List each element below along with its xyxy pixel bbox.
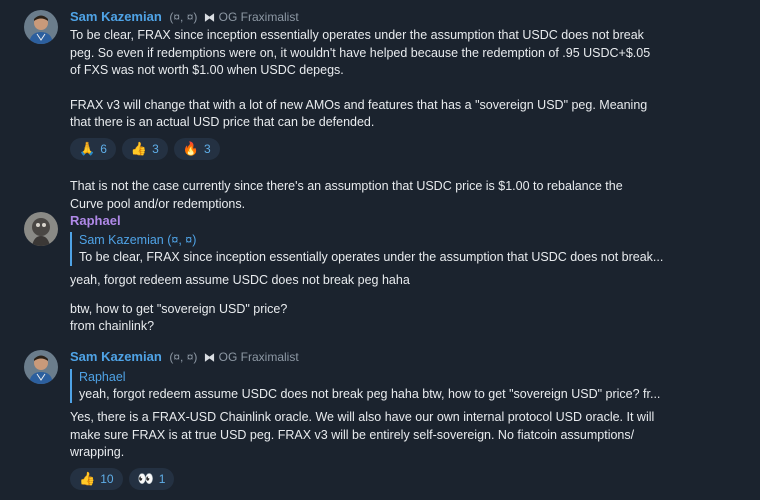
- message-text: make sure FRAX is at true USD peg. FRAX …: [70, 427, 635, 442]
- reaction-eyes[interactable]: 👀 1: [128, 467, 175, 490]
- pray-icon: 🙏: [79, 140, 96, 156]
- reply-text: yeah, forgot redeem assume USDC does not…: [79, 387, 661, 401]
- message-text: that there is an actual USD price that c…: [70, 115, 375, 130]
- author-role: OG Fraximalist: [218, 350, 299, 364]
- author-line: Sam Kazemian (¤, ¤) ⧓ OG Fraximalist: [70, 348, 740, 367]
- reaction-count: 3: [152, 141, 159, 156]
- message-text: wrapping.: [70, 445, 125, 460]
- author-role: OG Fraximalist: [218, 10, 299, 24]
- author-name[interactable]: Sam Kazemian: [70, 349, 162, 364]
- reaction-thumbs-up[interactable]: 👍 3: [121, 137, 168, 160]
- author-line: Raphael: [70, 212, 740, 230]
- avatar-sam[interactable]: [24, 10, 58, 44]
- author-name[interactable]: Sam Kazemian: [70, 9, 162, 24]
- avatar-sam-image: [24, 10, 58, 44]
- link-icon: ⧓: [204, 12, 216, 24]
- message-text: FRAX v3 will change that with a lot of n…: [70, 97, 648, 112]
- reply-author: Raphael: [79, 370, 126, 384]
- author-tag: (¤, ¤): [169, 10, 198, 24]
- author-line: Sam Kazemian (¤, ¤) ⧓ OG Fraximalist: [70, 8, 740, 27]
- message-text: Curve pool and/or redemptions.: [70, 196, 246, 211]
- avatar-sam[interactable]: [24, 350, 58, 384]
- reaction-thumbs-up[interactable]: 👍 10: [70, 467, 123, 490]
- reactions-bar: 👍 10 👀 1: [70, 467, 740, 490]
- fire-icon: 🔥: [182, 140, 199, 156]
- reaction-count: 1: [158, 471, 166, 486]
- reply-quote[interactable]: Sam Kazemian (¤, ¤) To be clear, FRAX si…: [70, 232, 740, 266]
- message-text: btw, how to get "sovereign USD" price?: [70, 301, 288, 316]
- message-text: That is not the case currently since the…: [70, 178, 623, 193]
- reaction-count: 10: [100, 471, 114, 486]
- reaction-count: 3: [203, 141, 211, 156]
- message-text: yeah, forgot redeem assume USDC does not…: [70, 273, 410, 287]
- reaction-fire[interactable]: 🔥 3: [173, 137, 220, 160]
- author-name[interactable]: Raphael: [70, 213, 121, 228]
- thumbs-up-icon: 👍: [130, 140, 148, 156]
- avatar-raphael-image: [24, 212, 58, 246]
- avatar-raphael[interactable]: [24, 212, 58, 246]
- message-text: To be clear, FRAX since inception essent…: [70, 28, 644, 42]
- message-text: peg. So even if redemptions were on, it …: [70, 45, 651, 60]
- message-text: of FXS was not worth $1.00 when USDC dep…: [70, 63, 344, 78]
- reply-text: To be clear, FRAX since inception essent…: [79, 250, 664, 264]
- author-tag: (¤, ¤): [169, 350, 198, 364]
- reply-author: Sam Kazemian (¤, ¤): [79, 233, 197, 247]
- reaction-count: 6: [100, 141, 107, 156]
- avatar-sam-image: [24, 350, 58, 384]
- link-icon: ⧓: [204, 352, 216, 364]
- eyes-icon: 👀: [137, 470, 154, 486]
- reply-quote[interactable]: Raphael yeah, forgot redeem assume USDC …: [70, 369, 740, 403]
- reaction-pray[interactable]: 🙏 6: [70, 137, 116, 160]
- message-text: from chainlink?: [70, 319, 155, 334]
- reactions-bar: 🙏 6 👍 3 🔥 3: [70, 137, 740, 160]
- thumbs-up-icon: 👍: [79, 470, 96, 486]
- message-text: Yes, there is a FRAX-USD Chainlink oracl…: [70, 410, 655, 424]
